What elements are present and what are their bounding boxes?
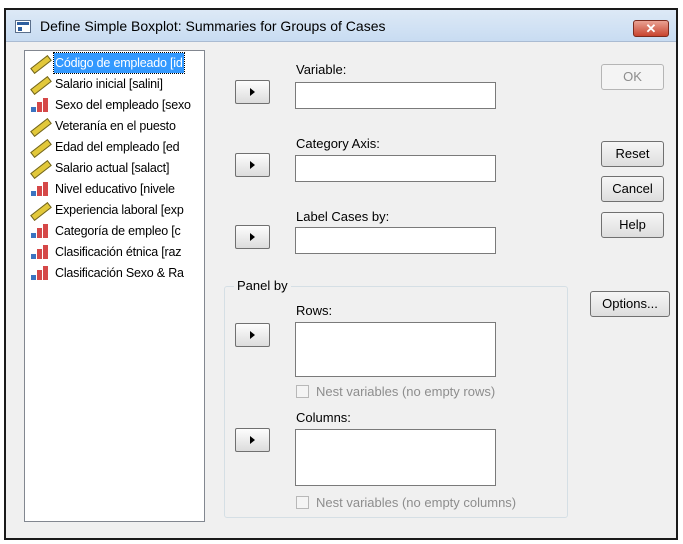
app-icon xyxy=(15,20,31,33)
nominal-bars-icon xyxy=(28,223,50,239)
reset-button[interactable]: Reset xyxy=(601,141,664,167)
title-bar[interactable]: Define Simple Boxplot: Summaries for Gro… xyxy=(6,10,676,42)
variable-list-item[interactable]: Salario actual [salact] xyxy=(26,158,204,178)
category-axis-label: Category Axis: xyxy=(296,136,380,151)
arrow-right-icon xyxy=(250,88,255,96)
ok-button[interactable]: OK xyxy=(601,64,664,90)
move-to-variable-button[interactable] xyxy=(235,80,270,104)
variable-label: Variable: xyxy=(296,62,347,77)
move-to-rows-button[interactable] xyxy=(235,323,270,347)
nominal-bars-icon xyxy=(28,265,50,281)
variable-list-item[interactable]: Experiencia laboral [exp xyxy=(26,200,204,220)
variable-label-text: Edad del empleado [ed xyxy=(55,140,180,154)
variable-label-text: Experiencia laboral [exp xyxy=(55,203,184,217)
variable-label-text: Nivel educativo [nivele xyxy=(55,182,175,196)
columns-label: Columns: xyxy=(296,410,351,425)
nominal-bars-icon xyxy=(28,181,50,197)
move-to-label-cases-button[interactable] xyxy=(235,225,270,249)
variable-label-text: Clasificación étnica [raz xyxy=(55,245,182,259)
dialog-title: Define Simple Boxplot: Summaries for Gro… xyxy=(40,18,386,34)
help-button[interactable]: Help xyxy=(601,212,664,238)
checkbox-box[interactable] xyxy=(296,496,309,509)
variable-label-text: Salario inicial [salini] xyxy=(55,77,163,91)
close-button[interactable]: ✕ xyxy=(633,20,669,37)
variable-label-text: Salario actual [salact] xyxy=(55,161,170,175)
nominal-bars-icon xyxy=(28,244,50,260)
variable-list-item[interactable]: Edad del empleado [ed xyxy=(26,137,204,157)
nominal-bars-icon xyxy=(28,97,50,113)
arrow-right-icon xyxy=(250,161,255,169)
variable-list-item[interactable]: Clasificación Sexo & Ra xyxy=(26,263,204,283)
columns-list[interactable] xyxy=(295,429,496,486)
checkbox-box[interactable] xyxy=(296,385,309,398)
nest-columns-text: Nest variables (no empty columns) xyxy=(316,495,517,510)
move-to-category-axis-button[interactable] xyxy=(235,153,270,177)
scale-ruler-icon xyxy=(28,55,50,71)
variable-list-item[interactable]: Clasificación étnica [raz xyxy=(26,242,204,262)
variable-list-item[interactable]: Veteranía en el puesto xyxy=(26,116,204,136)
move-to-columns-button[interactable] xyxy=(235,428,270,452)
variable-list-item[interactable]: Categoría de empleo [c xyxy=(26,221,204,241)
variable-list-item[interactable]: Salario inicial [salini] xyxy=(26,74,204,94)
variable-label-text: Código de empleado [id xyxy=(53,52,185,74)
label-cases-label: Label Cases by: xyxy=(296,209,390,224)
nest-rows-text: Nest variables (no empty rows) xyxy=(316,384,496,399)
variable-field[interactable] xyxy=(295,82,496,109)
variable-label-text: Categoría de empleo [c xyxy=(55,224,181,238)
variable-label-text: Sexo del empleado [sexo xyxy=(55,98,191,112)
arrow-right-icon xyxy=(250,233,255,241)
variable-list-item[interactable]: Sexo del empleado [sexo xyxy=(26,95,204,115)
arrow-right-icon xyxy=(250,331,255,339)
variable-label-text: Clasificación Sexo & Ra xyxy=(55,266,184,280)
source-variable-list[interactable]: Código de empleado [id Salario inicial [s… xyxy=(24,50,205,522)
arrow-right-icon xyxy=(250,436,255,444)
rows-label: Rows: xyxy=(296,303,333,318)
options-button[interactable]: Options... xyxy=(590,291,670,317)
scale-ruler-icon xyxy=(28,76,50,92)
scale-ruler-icon xyxy=(28,160,50,176)
variable-list-item[interactable]: Código de empleado [id xyxy=(26,52,204,74)
panel-by-legend: Panel by xyxy=(234,278,291,293)
rows-list[interactable] xyxy=(295,322,496,377)
scale-ruler-icon xyxy=(28,202,50,218)
variable-label-text: Veteranía en el puesto xyxy=(55,119,176,133)
scale-ruler-icon xyxy=(28,118,50,134)
variable-list-item[interactable]: Nivel educativo [nivele xyxy=(26,179,204,199)
category-axis-field[interactable] xyxy=(295,155,496,182)
label-cases-field[interactable] xyxy=(295,227,496,254)
scale-ruler-icon xyxy=(28,139,50,155)
cancel-button[interactable]: Cancel xyxy=(601,176,664,202)
